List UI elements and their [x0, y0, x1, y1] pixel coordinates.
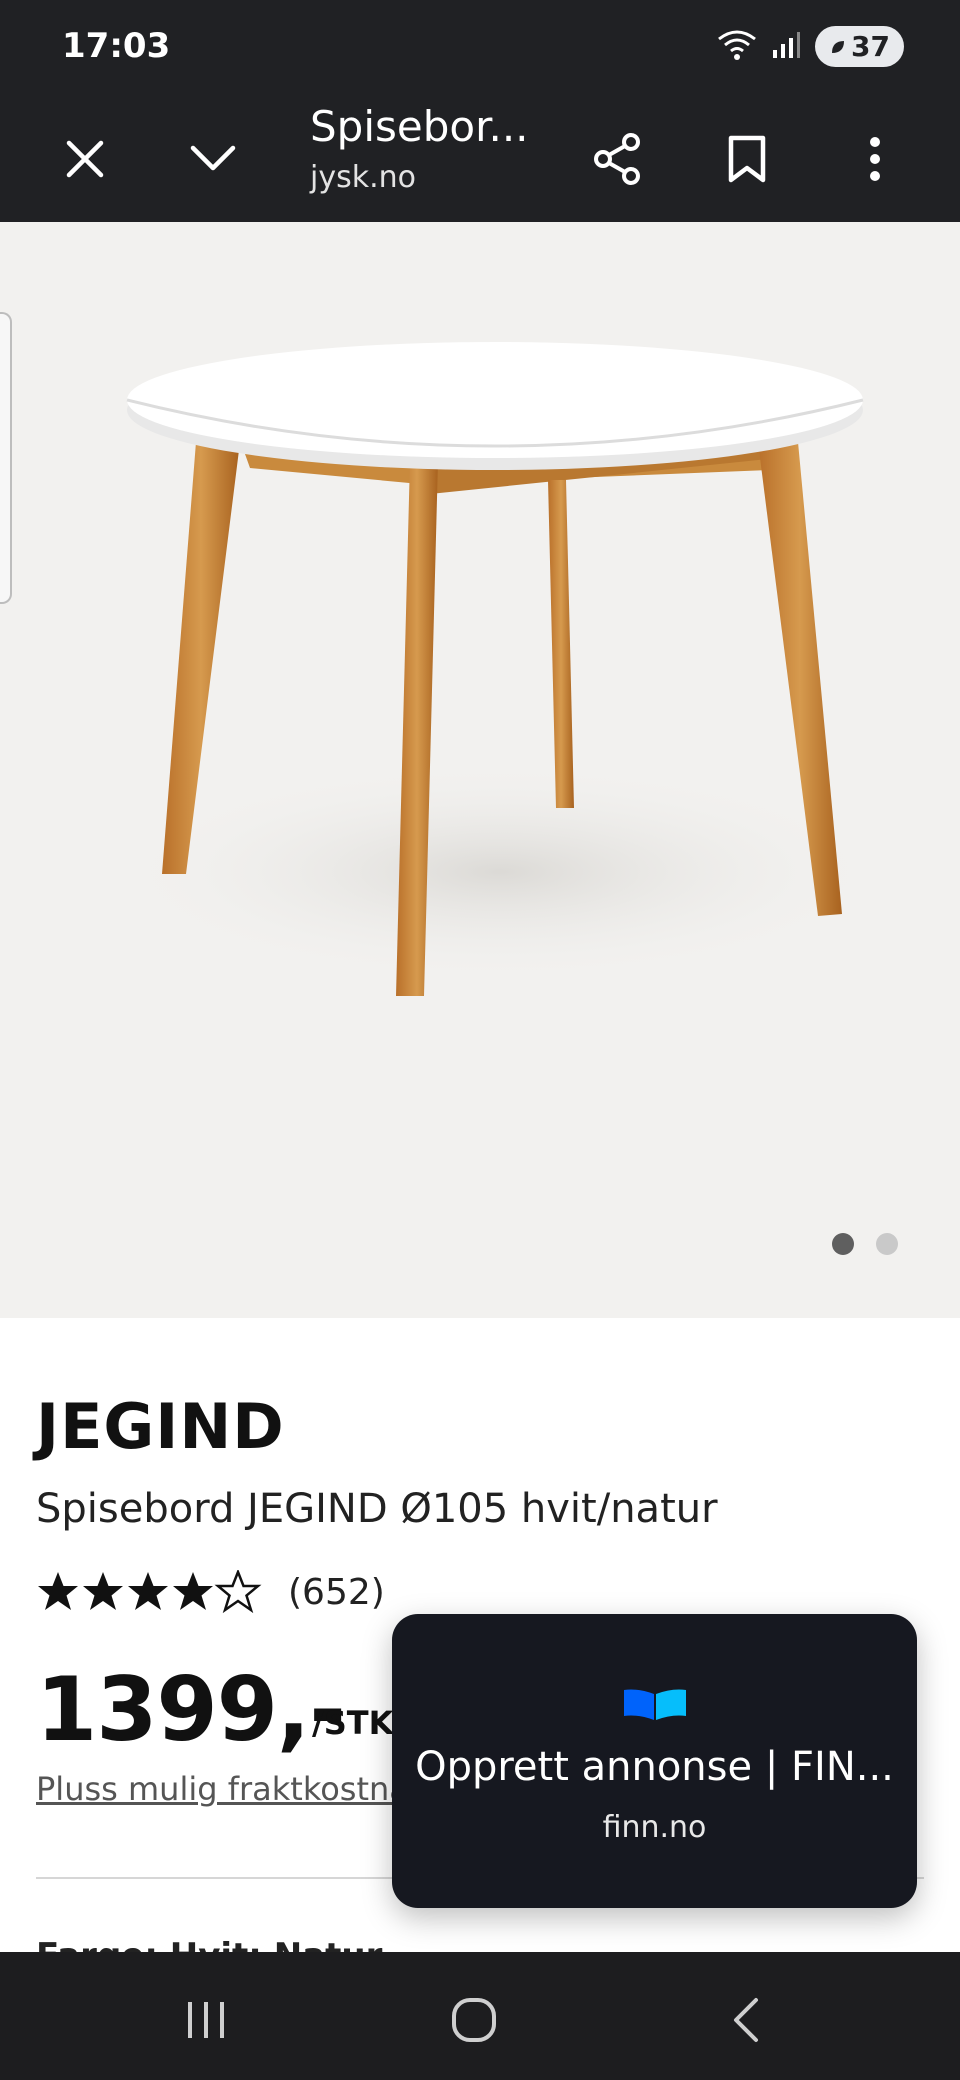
- system-nav-bar: [0, 1952, 960, 2080]
- signal-icon: [771, 30, 801, 64]
- share-suggestion-popup[interactable]: Opprett annonse | FIN... finn.no: [392, 1614, 917, 1908]
- star-rating-icon: [38, 1570, 260, 1612]
- battery-level: 37: [851, 30, 890, 63]
- product-price: 1399,-: [36, 1658, 346, 1761]
- status-time: 17:03: [62, 26, 171, 66]
- popup-title: Opprett annonse | FIN...: [415, 1744, 894, 1790]
- status-icons: 37: [717, 26, 904, 67]
- product-brand: JEGIND: [36, 1390, 285, 1463]
- round-dining-table-image: [110, 342, 890, 996]
- gallery-dot-2[interactable]: [876, 1233, 898, 1255]
- shipping-note-link[interactable]: Pluss mulig fraktkostnad: [36, 1770, 400, 1808]
- product-rating[interactable]: (652): [36, 1570, 385, 1614]
- rating-count[interactable]: (652): [288, 1572, 385, 1613]
- bookmark-icon[interactable]: [714, 126, 780, 192]
- more-vert-icon[interactable]: [842, 126, 908, 192]
- product-image-gallery[interactable]: [0, 222, 960, 1318]
- page-title[interactable]: Spisebor...: [310, 102, 529, 151]
- finn-logo-icon: [622, 1686, 688, 1726]
- gallery-dot-1[interactable]: [832, 1233, 854, 1255]
- page-url[interactable]: jysk.no: [310, 160, 416, 195]
- battery-icon: 37: [815, 26, 904, 67]
- recent-apps-icon[interactable]: [176, 1990, 236, 2050]
- gallery-pagination: [832, 1233, 898, 1255]
- back-icon[interactable]: [716, 1990, 776, 2050]
- status-bar: 17:03 37: [0, 0, 960, 96]
- wifi-icon: [717, 29, 757, 65]
- share-icon[interactable]: [584, 126, 650, 192]
- home-icon[interactable]: [444, 1990, 504, 2050]
- close-icon[interactable]: [52, 126, 118, 192]
- product-name: Spisebord JEGIND Ø105 hvit/natur: [36, 1486, 718, 1532]
- chevron-down-icon[interactable]: [180, 126, 246, 192]
- popup-subtitle: finn.no: [602, 1810, 707, 1845]
